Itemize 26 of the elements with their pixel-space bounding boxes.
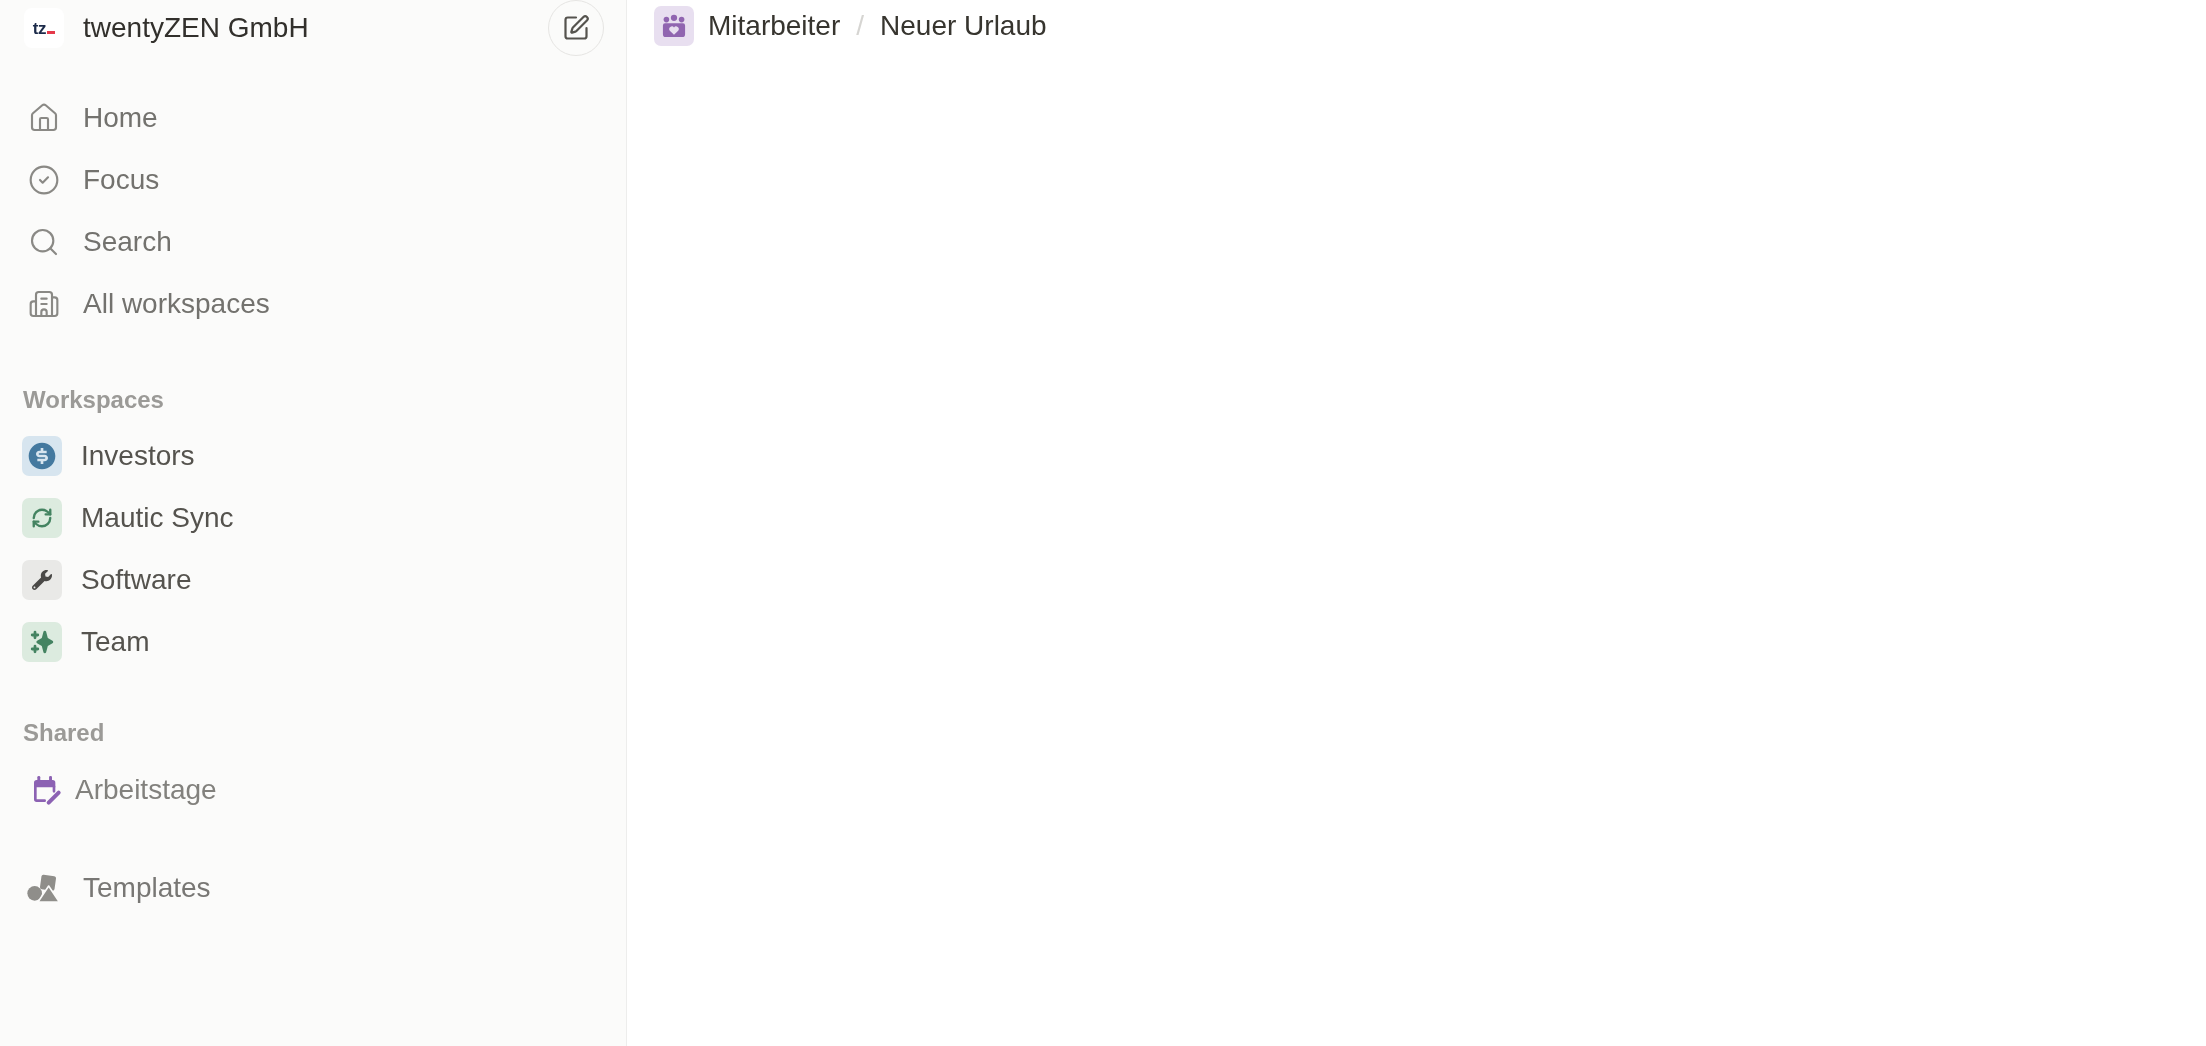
workspace-item[interactable]: Investors: [0, 425, 626, 487]
search-icon: [28, 226, 60, 258]
building-icon: [28, 288, 60, 320]
nav-item[interactable]: Home: [0, 87, 626, 149]
sparkles-icon: [22, 622, 62, 662]
breadcrumb-current[interactable]: Neuer Urlaub: [880, 12, 1047, 40]
nav-item[interactable]: Search: [0, 211, 626, 273]
nav-item[interactable]: Focus: [0, 149, 626, 211]
pencil-square-icon: [562, 14, 590, 42]
dollar-icon: [22, 436, 62, 476]
section-label: Workspaces: [22, 385, 165, 415]
workspace-item[interactable]: Software: [0, 549, 626, 611]
workspace-logo: tz: [24, 8, 64, 48]
sync-icon: [22, 498, 62, 538]
workspace-item[interactable]: Team: [0, 611, 626, 673]
nav-item[interactable]: All workspaces: [0, 273, 626, 335]
section-label: Shared: [22, 718, 106, 748]
breadcrumb-separator: /: [856, 12, 865, 40]
breadcrumb-link[interactable]: Mitarbeiter: [708, 12, 841, 40]
templates-item[interactable]: Templates: [0, 857, 626, 919]
workspace-name[interactable]: twentyZEN GmbH: [83, 14, 309, 42]
house-icon: [28, 102, 60, 134]
workspace-item[interactable]: Mautic Sync: [0, 487, 626, 549]
wrench-icon: [22, 560, 62, 600]
shared-page-item[interactable]: Arbeitstage: [0, 759, 626, 821]
check-circle-icon: [28, 164, 60, 196]
